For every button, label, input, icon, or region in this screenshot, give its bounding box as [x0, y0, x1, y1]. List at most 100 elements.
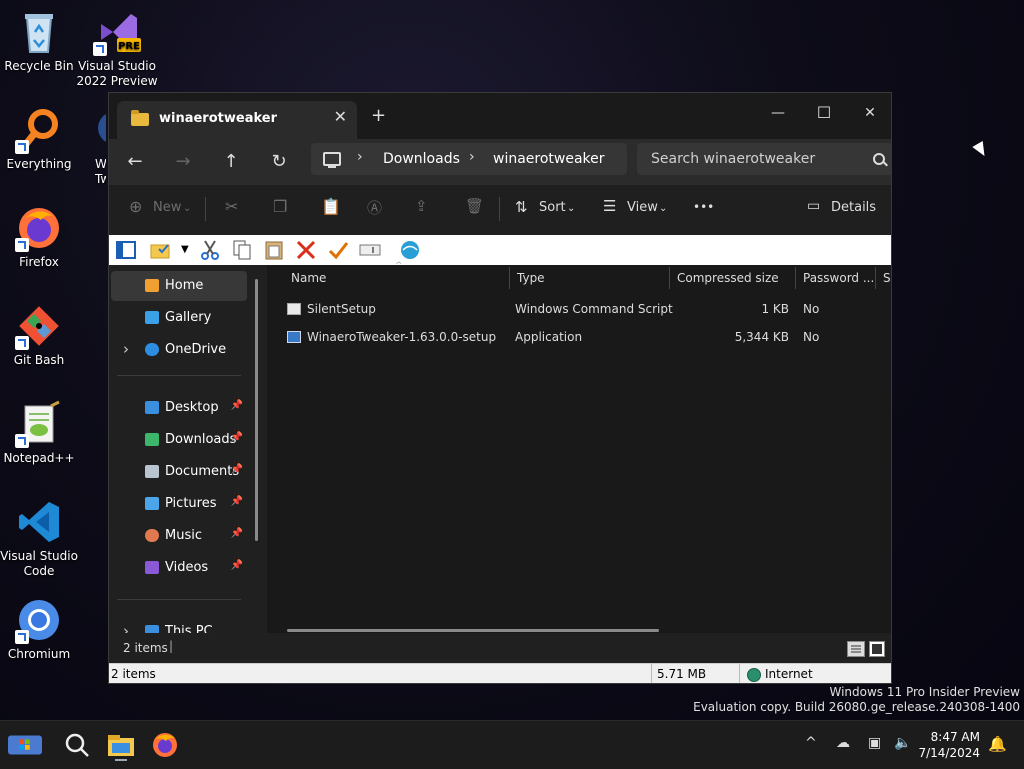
- share-button[interactable]: ⇪: [415, 197, 428, 215]
- column-header-password[interactable]: Password ...: [795, 265, 875, 295]
- notification-bell-icon[interactable]: 🔔: [988, 735, 1007, 753]
- shell-icon[interactable]: [399, 239, 421, 261]
- firefox-taskbar-icon[interactable]: [148, 729, 182, 761]
- column-header-size[interactable]: Si: [875, 265, 891, 295]
- details-view-button[interactable]: [847, 641, 865, 657]
- chevron-right-icon[interactable]: ›: [123, 622, 129, 633]
- desktop-icon-chromium[interactable]: Chromium: [0, 596, 80, 662]
- start-windows-icon[interactable]: [8, 729, 42, 761]
- desktop-icon-vscode[interactable]: Visual Studio Code: [0, 498, 80, 579]
- back-button[interactable]: ←: [121, 149, 149, 175]
- onedrive-tray-icon[interactable]: ☁: [836, 735, 850, 751]
- search-icon[interactable]: [60, 729, 94, 761]
- pin-icon[interactable]: 📌: [231, 464, 243, 475]
- pin-icon[interactable]: 📌: [231, 496, 243, 507]
- delete-button[interactable]: 🗑: [465, 197, 484, 215]
- more-options-button[interactable]: •••: [693, 200, 714, 214]
- close-window-button[interactable]: ✕: [847, 99, 891, 127]
- title-bar: winaerotweaker ✕ + — ☐ ✕: [109, 93, 891, 139]
- nav-item-documents[interactable]: Documents 📌: [111, 457, 247, 487]
- tiles-view-button[interactable]: [869, 641, 885, 657]
- chevron-right-icon[interactable]: ›: [123, 340, 129, 358]
- rename-button[interactable]: Ⓐ: [367, 197, 382, 218]
- nav-item-onedrive[interactable]: › OneDrive: [111, 335, 247, 365]
- chevron-down-icon: ⌄: [659, 203, 668, 214]
- minimize-button[interactable]: —: [755, 99, 801, 127]
- nav-item-gallery[interactable]: Gallery: [111, 303, 247, 333]
- desktop-icon-recycle-bin[interactable]: Recycle Bin: [0, 8, 80, 74]
- rename-icon[interactable]: [359, 239, 381, 261]
- network-icon[interactable]: ▣: [868, 735, 881, 751]
- pin-icon[interactable]: 📌: [231, 400, 243, 411]
- sort-button[interactable]: Sort: [539, 200, 566, 215]
- shortcut-arrow-icon: [15, 336, 29, 350]
- show-hidden-icons-button[interactable]: ^: [805, 735, 817, 751]
- copy-icon[interactable]: [231, 239, 253, 261]
- column-header-compressed-size[interactable]: Compressed size: [669, 265, 795, 295]
- desktop-icon-winaero-tweaker[interactable]: Wi Tw: [76, 106, 106, 187]
- breadcrumb-winaerotweaker[interactable]: winaerotweaker: [493, 151, 605, 167]
- desktop-icon-visual-studio[interactable]: PRE Visual Studio 2022 Preview: [76, 8, 158, 89]
- view-button[interactable]: View: [627, 200, 658, 215]
- delete-x-icon[interactable]: [295, 239, 317, 261]
- home-icon: [145, 279, 159, 292]
- copy-button[interactable]: ❐: [273, 197, 287, 216]
- refresh-button[interactable]: ↻: [265, 149, 293, 175]
- column-header-type[interactable]: Type: [509, 265, 669, 295]
- item-count: 2 items: [123, 641, 168, 655]
- paste-button[interactable]: 📋: [321, 197, 341, 216]
- details-button[interactable]: Details: [831, 200, 876, 215]
- pin-icon[interactable]: 📌: [231, 432, 243, 443]
- file-list: Name ^ Type Compressed size Password ...…: [267, 261, 891, 633]
- pin-icon[interactable]: 📌: [231, 528, 243, 539]
- tab-winaerotweaker[interactable]: winaerotweaker ✕: [117, 101, 357, 139]
- file-explorer-window: winaerotweaker ✕ + — ☐ ✕ ← → ↑ ↻ › Downl…: [108, 92, 892, 684]
- chevron-down-icon: ⌄: [567, 203, 576, 214]
- shortcut-arrow-icon: [15, 630, 29, 644]
- system-clock[interactable]: 8:47 AM 7/14/2024: [918, 729, 980, 761]
- new-button[interactable]: New: [153, 200, 181, 215]
- new-tab-button[interactable]: +: [371, 105, 386, 126]
- navigation-pane-icon[interactable]: [115, 239, 137, 261]
- clock-date: 7/14/2024: [918, 746, 980, 760]
- nav-item-this-pc[interactable]: › This PC: [111, 617, 247, 633]
- script-file-icon: [287, 303, 301, 315]
- table-row[interactable]: WinaeroTweaker-1.63.0.0-setup Applicatio…: [281, 323, 881, 351]
- paste-icon[interactable]: [263, 239, 285, 261]
- search-box: [637, 143, 891, 175]
- nav-item-home[interactable]: Home: [111, 271, 247, 301]
- desktop-icon-firefox[interactable]: Firefox: [0, 204, 80, 270]
- checkmark-icon[interactable]: [327, 239, 349, 261]
- breadcrumb-downloads[interactable]: Downloads: [383, 151, 460, 167]
- search-input[interactable]: [637, 143, 857, 175]
- cut-icon[interactable]: [199, 239, 221, 261]
- nav-item-music[interactable]: Music 📌: [111, 521, 247, 551]
- folder-options-icon[interactable]: [149, 239, 171, 261]
- forward-button[interactable]: →: [169, 149, 197, 175]
- nav-item-videos[interactable]: Videos 📌: [111, 553, 247, 583]
- up-button[interactable]: ↑: [217, 149, 245, 175]
- desktop-icon-git-bash[interactable]: Git Bash: [0, 302, 80, 368]
- maximize-button[interactable]: ☐: [801, 99, 847, 127]
- horizontal-scrollbar[interactable]: [287, 629, 659, 632]
- navigation-scrollbar[interactable]: [255, 279, 258, 541]
- nav-item-downloads[interactable]: Downloads 📌: [111, 425, 247, 455]
- volume-muted-icon[interactable]: 🔈: [894, 735, 911, 751]
- desktop-icon-label: Wi Tw: [95, 157, 106, 186]
- file-explorer-taskbar-icon[interactable]: [104, 729, 138, 761]
- desktop-icon-everything[interactable]: Everything: [0, 106, 80, 172]
- desktop-icon-notepad-plus-plus[interactable]: Notepad++: [0, 400, 80, 466]
- chevron-right-icon: ›: [469, 149, 475, 165]
- tab-title: winaerotweaker: [159, 111, 277, 126]
- address-bar[interactable]: › Downloads › winaerotweaker: [311, 143, 627, 175]
- pin-icon[interactable]: 📌: [231, 560, 243, 571]
- cut-button[interactable]: ✂: [225, 197, 238, 216]
- nav-item-desktop[interactable]: Desktop 📌: [111, 393, 247, 423]
- file-name: SilentSetup: [307, 302, 376, 316]
- tab-close-button[interactable]: ✕: [334, 107, 347, 126]
- chromium-icon: [15, 596, 63, 644]
- search-icon[interactable]: [873, 153, 885, 165]
- desktop-icon-label: Git Bash: [13, 353, 65, 367]
- table-row[interactable]: SilentSetup Windows Command Script 1 KB …: [281, 295, 881, 323]
- nav-item-pictures[interactable]: Pictures 📌: [111, 489, 247, 519]
